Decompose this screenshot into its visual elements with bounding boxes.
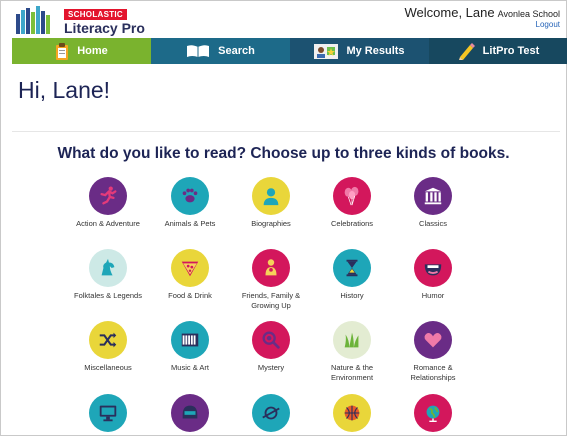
genre-circle [252, 394, 290, 432]
globe-icon [422, 402, 444, 424]
genre-circle [414, 394, 452, 432]
genre-circle [89, 321, 127, 359]
genre-circle [171, 177, 209, 215]
family-icon [260, 257, 282, 279]
genre-tile[interactable]: Romance & Relationships [392, 321, 474, 383]
genre-circle [333, 321, 371, 359]
paw-icon [179, 185, 201, 207]
smile-icon [422, 257, 444, 279]
genre-label: Folktales & Legends [74, 291, 142, 300]
genre-label: Classics [419, 219, 447, 228]
genre-circle [89, 249, 127, 287]
genre-circle [171, 321, 209, 359]
genre-label: Mystery [257, 363, 285, 372]
genre-label: Friends, Family & Growing Up [241, 291, 301, 310]
columns-icon [422, 185, 444, 207]
genre-grid: Action & Adventure Animals & Pets Biograph… [0, 0, 567, 436]
genre-circle [333, 394, 371, 432]
genre-tile[interactable]: Action & Adventure [67, 177, 149, 229]
running-figure-icon [97, 185, 119, 207]
genre-tile[interactable]: Nature & the Environment [311, 321, 393, 383]
genre-circle [252, 177, 290, 215]
basketball-icon [341, 402, 363, 424]
shuffle-icon [97, 329, 119, 351]
genre-circle [89, 177, 127, 215]
genre-circle [333, 249, 371, 287]
helmet-icon [179, 402, 201, 424]
pizza-icon [179, 257, 201, 279]
genre-label: Animals & Pets [164, 219, 216, 228]
genre-circle [414, 177, 452, 215]
computer-icon [97, 402, 119, 424]
heart-icon [422, 329, 444, 351]
genre-label: Celebrations [330, 219, 374, 228]
genre-label: Nature & the Environment [330, 363, 374, 382]
genre-tile[interactable] [230, 394, 312, 432]
unicorn-icon [97, 257, 119, 279]
genre-label: Romance & Relationships [410, 363, 456, 382]
genre-label: Food & Drink [168, 291, 212, 300]
genre-circle [171, 394, 209, 432]
genre-tile[interactable] [149, 394, 231, 432]
genre-label: History [340, 291, 364, 300]
genre-tile[interactable]: Mystery [230, 321, 312, 373]
genre-circle [171, 249, 209, 287]
genre-tile[interactable] [311, 394, 393, 432]
genre-tile[interactable]: History [311, 249, 393, 301]
genre-circle [414, 249, 452, 287]
genre-tile[interactable]: Celebrations [311, 177, 393, 229]
genre-label: Biographies [251, 219, 291, 228]
hourglass-icon [341, 257, 363, 279]
genre-tile[interactable] [67, 394, 149, 432]
genre-circle [333, 177, 371, 215]
genre-tile[interactable]: Folktales & Legends [67, 249, 149, 301]
genre-tile[interactable]: Food & Drink [149, 249, 231, 301]
planet-icon [260, 402, 282, 424]
genre-circle [252, 321, 290, 359]
grass-icon [341, 329, 363, 351]
genre-tile[interactable]: Humor [392, 249, 474, 301]
genre-circle [414, 321, 452, 359]
keyboard-icon [179, 329, 201, 351]
genre-circle [252, 249, 290, 287]
genre-label: Humor [421, 291, 445, 300]
genre-tile[interactable]: Music & Art [149, 321, 231, 373]
genre-tile[interactable]: Biographies [230, 177, 312, 229]
genre-label: Miscellaneous [84, 363, 132, 372]
balloons-icon [341, 185, 363, 207]
magnifier-icon [260, 329, 282, 351]
genre-tile[interactable]: Animals & Pets [149, 177, 231, 229]
genre-label: Music & Art [171, 363, 209, 372]
genre-tile[interactable] [392, 394, 474, 432]
genre-circle [89, 394, 127, 432]
genre-tile[interactable]: Classics [392, 177, 474, 229]
person-bust-icon [260, 185, 282, 207]
genre-tile[interactable]: Friends, Family & Growing Up [230, 249, 312, 311]
genre-tile[interactable]: Miscellaneous [67, 321, 149, 373]
genre-label: Action & Adventure [76, 219, 140, 228]
